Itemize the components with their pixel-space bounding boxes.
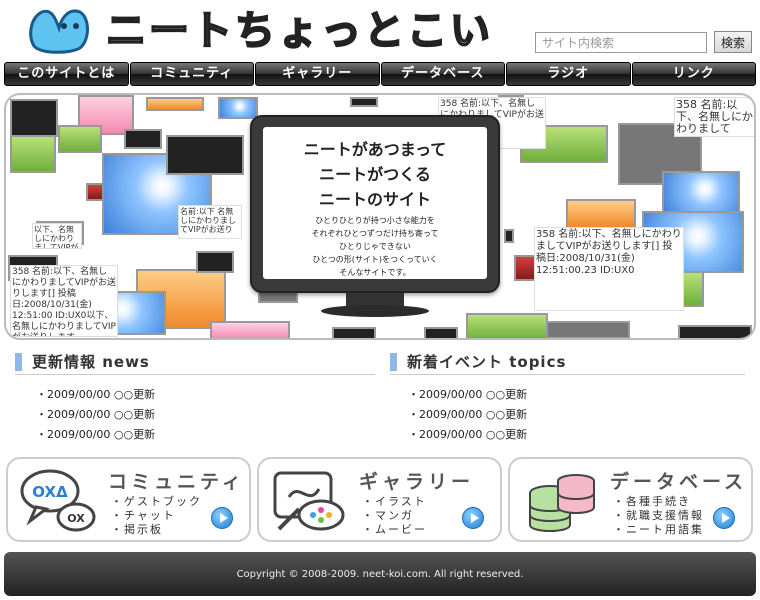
database-card-title: データベース [610, 471, 748, 493]
community-card-items: ・ゲストブック ・チャット ・掲示板 [111, 495, 202, 537]
gallery-link-movie[interactable]: ・ムービー [362, 523, 427, 537]
gallery-link-manga[interactable]: ・マンガ [362, 509, 427, 523]
hero-description: ひとりひとりが持つ小さな能力を それぞれひとつずつだけ持ち寄って ひとりじゃでき… [311, 216, 439, 277]
nav-item-about[interactable]: このサイトとは [4, 62, 129, 86]
page: ニートちょっとこい 検索 このサイトとは コミュニティ ギャラリー データベース… [0, 0, 760, 600]
news-title: 更新情報 news [32, 353, 150, 371]
gallery-card[interactable]: ギャラリー ・イラスト ・マンガ ・ムービー [257, 457, 502, 542]
collage-thumb [124, 129, 162, 149]
topics-item[interactable]: ・2009/00/00 ○○更新 [408, 405, 527, 425]
database-card-items: ・各種手続き ・就職支援情報 ・ニート用語集 [613, 495, 704, 537]
collage-thumb [350, 97, 378, 107]
site-title[interactable]: ニートちょっとこい [105, 6, 493, 56]
svg-text:OX: OX [67, 512, 85, 525]
community-link-guestbook[interactable]: ・ゲストブック [111, 495, 202, 509]
monitor: ニートがあつまって ニートがつくる ニートのサイト ひとりひとりが持つ小さな能力… [250, 115, 500, 293]
main-nav: このサイトとは コミュニティ ギャラリー データベース ラジオ リンク [4, 62, 756, 86]
collage-thumb [10, 135, 56, 173]
gallery-card-title: ギャラリー [359, 471, 475, 493]
svg-text:OXΔ: OXΔ [32, 483, 68, 501]
news-section-header: 更新情報 news [15, 351, 375, 375]
community-card[interactable]: OXΔ OX コミュニティ ・ゲストブック ・チャット ・掲示板 [6, 457, 251, 542]
section-marker [15, 353, 22, 371]
collage-text-snippet: 358 名前:以下、名無しにかわりましてVIPがお送りします[] 投稿日:200… [534, 227, 684, 311]
nav-item-gallery[interactable]: ギャラリー [255, 62, 380, 86]
news-item[interactable]: ・2009/00/00 ○○更新 [36, 425, 155, 445]
play-arrow-icon[interactable] [462, 507, 484, 529]
collage-text-snippet: 358 名前:以下、名無しにかわりましてVIPがお送りします[] 投稿日:200… [10, 265, 118, 337]
collage-thumb [58, 125, 102, 153]
nav-item-links[interactable]: リンク [631, 62, 756, 86]
collage-text-snippet: 以下、名無しにかわりましてVIPがお送り [32, 223, 82, 249]
collage-thumb [218, 97, 258, 119]
topics-title: 新着イベント topics [407, 353, 567, 371]
collage-thumb [146, 97, 204, 111]
community-link-chat[interactable]: ・チャット [111, 509, 202, 523]
topics-item[interactable]: ・2009/00/00 ○○更新 [408, 385, 527, 405]
section-marker [390, 353, 397, 371]
monitor-base [321, 305, 429, 317]
topics-list: ・2009/00/00 ○○更新 ・2009/00/00 ○○更新 ・2009/… [408, 385, 527, 445]
hero-collage: 358 名前:以下、名無しにかわりましてVIPがお送りします 358 名前:以下… [4, 93, 756, 340]
collage-thumb [504, 229, 514, 243]
database-card[interactable]: データベース ・各種手続き ・就職支援情報 ・ニート用語集 [508, 457, 753, 542]
news-item[interactable]: ・2009/00/00 ○○更新 [36, 385, 155, 405]
news-list: ・2009/00/00 ○○更新 ・2009/00/00 ○○更新 ・2009/… [36, 385, 155, 445]
hero-headline: ニートがあつまって ニートがつくる ニートのサイト [303, 140, 447, 209]
collage-thumb [196, 251, 234, 273]
database-link-procedures[interactable]: ・各種手続き [613, 495, 704, 509]
collage-thumb [566, 199, 636, 229]
collage-text-snippet: 名前:以下 名無しにかわりましてVIPがお送り [178, 205, 242, 239]
community-link-bbs[interactable]: ・掲示板 [111, 523, 202, 537]
collage-thumb [546, 321, 630, 338]
header: ニートちょっとこい 検索 [0, 0, 760, 62]
collage-thumb [166, 135, 244, 175]
nav-item-radio[interactable]: ラジオ [506, 62, 631, 86]
collage-thumb [210, 321, 290, 338]
collage-thumb [332, 327, 376, 338]
topics-section-header: 新着イベント topics [390, 351, 745, 375]
gallery-card-items: ・イラスト ・マンガ ・ムービー [362, 495, 427, 537]
gallery-link-illust[interactable]: ・イラスト [362, 495, 427, 509]
copyright-text: Copyright © 2008-2009. neet-koi.com. All… [236, 569, 524, 580]
nav-item-database[interactable]: データベース [380, 62, 505, 86]
play-arrow-icon[interactable] [713, 507, 735, 529]
collage-text-snippet: 358 名前:以下、名無しにかわりまして [674, 97, 754, 137]
monitor-screen: ニートがあつまって ニートがつくる ニートのサイト ひとりひとりが持つ小さな能力… [263, 127, 487, 279]
play-arrow-icon[interactable] [211, 507, 233, 529]
site-logo-icon[interactable] [26, 6, 92, 54]
collage-thumb [678, 325, 752, 338]
collage-thumb [10, 99, 58, 137]
chat-bubbles-icon: OXΔ OX [20, 469, 96, 532]
community-card-title: コミュニティ [108, 471, 245, 493]
collage-thumb [466, 313, 548, 338]
collage-thumb [424, 327, 458, 338]
topics-item[interactable]: ・2009/00/00 ○○更新 [408, 425, 527, 445]
database-link-glossary[interactable]: ・ニート用語集 [613, 523, 704, 537]
search-input[interactable] [535, 32, 707, 53]
nav-item-community[interactable]: コミュニティ [129, 62, 254, 86]
database-link-jobs[interactable]: ・就職支援情報 [613, 509, 704, 523]
collage-thumb [662, 171, 740, 215]
footer: Copyright © 2008-2009. neet-koi.com. All… [4, 552, 756, 596]
search-button[interactable]: 検索 [714, 31, 752, 53]
gallery-palette-icon [273, 471, 345, 531]
news-item[interactable]: ・2009/00/00 ○○更新 [36, 405, 155, 425]
database-stack-icon [529, 474, 595, 532]
collage-thumb [86, 183, 104, 201]
